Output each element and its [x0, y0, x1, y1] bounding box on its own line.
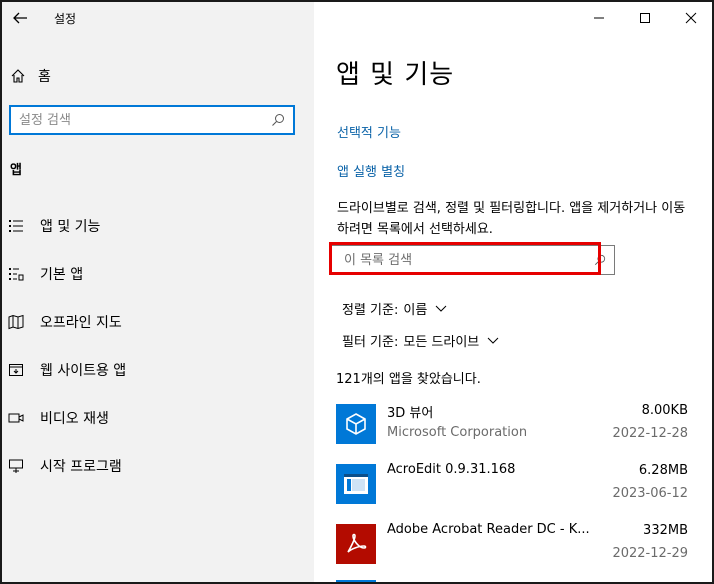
main-content: 앱 및 기능 선택적 기능 앱 실행 별칭 드라이브별로 검색, 정렬 및 필터… — [314, 2, 712, 582]
sidebar-item-startup[interactable]: 시작 프로그램 — [8, 455, 122, 477]
app-date: 2022-12-28 — [612, 426, 688, 441]
minimize-icon — [594, 17, 604, 19]
sidebar-item-label: 기본 앱 — [40, 267, 84, 283]
page-title: 앱 및 기능 — [336, 60, 455, 90]
settings-search-box[interactable] — [9, 105, 295, 135]
app-list-search-input[interactable] — [332, 247, 594, 273]
maximize-button[interactable] — [622, 2, 668, 34]
sidebar-item-home[interactable]: 홈 — [10, 64, 51, 88]
chevron-down-icon — [487, 337, 499, 344]
startup-icon — [9, 459, 23, 473]
app-name: AcroEdit 0.9.31.168 — [387, 462, 516, 477]
back-arrow-icon[interactable] — [10, 8, 30, 28]
window-controls — [576, 2, 712, 34]
search-icon[interactable] — [271, 113, 285, 127]
minimize-button[interactable] — [576, 2, 622, 34]
maximize-icon — [640, 13, 650, 23]
chevron-down-icon — [435, 305, 447, 312]
sort-label: 정렬 기준: — [342, 303, 399, 318]
sidebar-item-label: 앱 및 기능 — [40, 219, 101, 235]
offline-maps-icon — [8, 314, 24, 330]
title-bar: 설정 — [2, 2, 314, 34]
acroedit-icon — [336, 464, 376, 504]
filter-label: 필터 기준: — [342, 335, 399, 350]
sidebar-item-apps-features[interactable]: 앱 및 기능 — [8, 215, 100, 237]
sidebar-item-video-playback[interactable]: 비디오 재생 — [8, 407, 109, 429]
partial-app-icon — [336, 580, 376, 582]
app-execution-aliases-link[interactable]: 앱 실행 별칭 — [337, 161, 405, 180]
app-date: 2023-06-12 — [612, 486, 688, 501]
search-icon[interactable] — [594, 254, 606, 266]
adobe-acrobat-icon — [336, 524, 376, 564]
close-icon — [685, 12, 697, 24]
sidebar-item-apps-for-websites[interactable]: 웹 사이트용 앱 — [8, 359, 126, 381]
video-playback-icon — [8, 413, 24, 423]
3d-viewer-icon — [336, 404, 376, 444]
app-size: 8.00KB — [641, 403, 688, 418]
settings-search-input[interactable] — [11, 108, 271, 132]
app-list-item[interactable]: AcroEdit 0.9.31.168 6.28MB 2023-06-12 — [336, 462, 690, 510]
apps-features-icon — [9, 220, 23, 232]
settings-window: 설정 홈 앱 앱 및 기능 — [0, 0, 714, 584]
app-list-item[interactable]: Adobe Acrobat Reader DC - K... 332MB 202… — [336, 522, 690, 570]
sidebar-item-label: 비디오 재생 — [40, 411, 109, 427]
sidebar-item-label: 오프라인 지도 — [40, 315, 122, 331]
sidebar-item-default-apps[interactable]: 기본 앱 — [8, 263, 83, 285]
filter-value: 모든 드라이브 — [403, 335, 480, 350]
sidebar-item-label: 웹 사이트용 앱 — [40, 363, 127, 379]
sidebar-item-label: 시작 프로그램 — [40, 459, 122, 475]
app-list-item[interactable]: 3D 뷰어 Microsoft Corporation 8.00KB 2022-… — [336, 402, 690, 450]
sidebar-item-label: 홈 — [38, 69, 51, 85]
description-text: 드라이브별로 검색, 정렬 및 필터링합니다. 앱을 제거하거나 이동하려면 목… — [337, 201, 686, 237]
app-date: 2022-12-29 — [612, 546, 688, 561]
section-heading: 앱 — [10, 163, 22, 178]
sort-value: 이름 — [403, 303, 428, 318]
app-size: 332MB — [643, 523, 688, 538]
app-count-text: 121개의 앱을 찾았습니다. — [336, 372, 481, 387]
sort-dropdown[interactable]: 정렬 기준: 이름 — [342, 299, 447, 318]
default-apps-icon — [9, 268, 24, 281]
app-size: 6.28MB — [638, 463, 688, 478]
app-name: Adobe Acrobat Reader DC - K... — [387, 522, 590, 537]
app-publisher: Microsoft Corporation — [387, 425, 528, 440]
home-icon — [11, 69, 25, 83]
apps-for-websites-icon — [9, 364, 23, 376]
optional-features-link[interactable]: 선택적 기능 — [337, 122, 401, 141]
sidebar: 설정 홈 앱 앱 및 기능 — [2, 2, 314, 582]
close-button[interactable] — [668, 2, 712, 34]
app-list-search-box[interactable] — [331, 245, 615, 275]
filter-dropdown[interactable]: 필터 기준: 모든 드라이브 — [342, 331, 499, 350]
app-name: 3D 뷰어 — [387, 406, 434, 421]
sidebar-item-offline-maps[interactable]: 오프라인 지도 — [8, 311, 122, 333]
window-title: 설정 — [54, 12, 77, 26]
